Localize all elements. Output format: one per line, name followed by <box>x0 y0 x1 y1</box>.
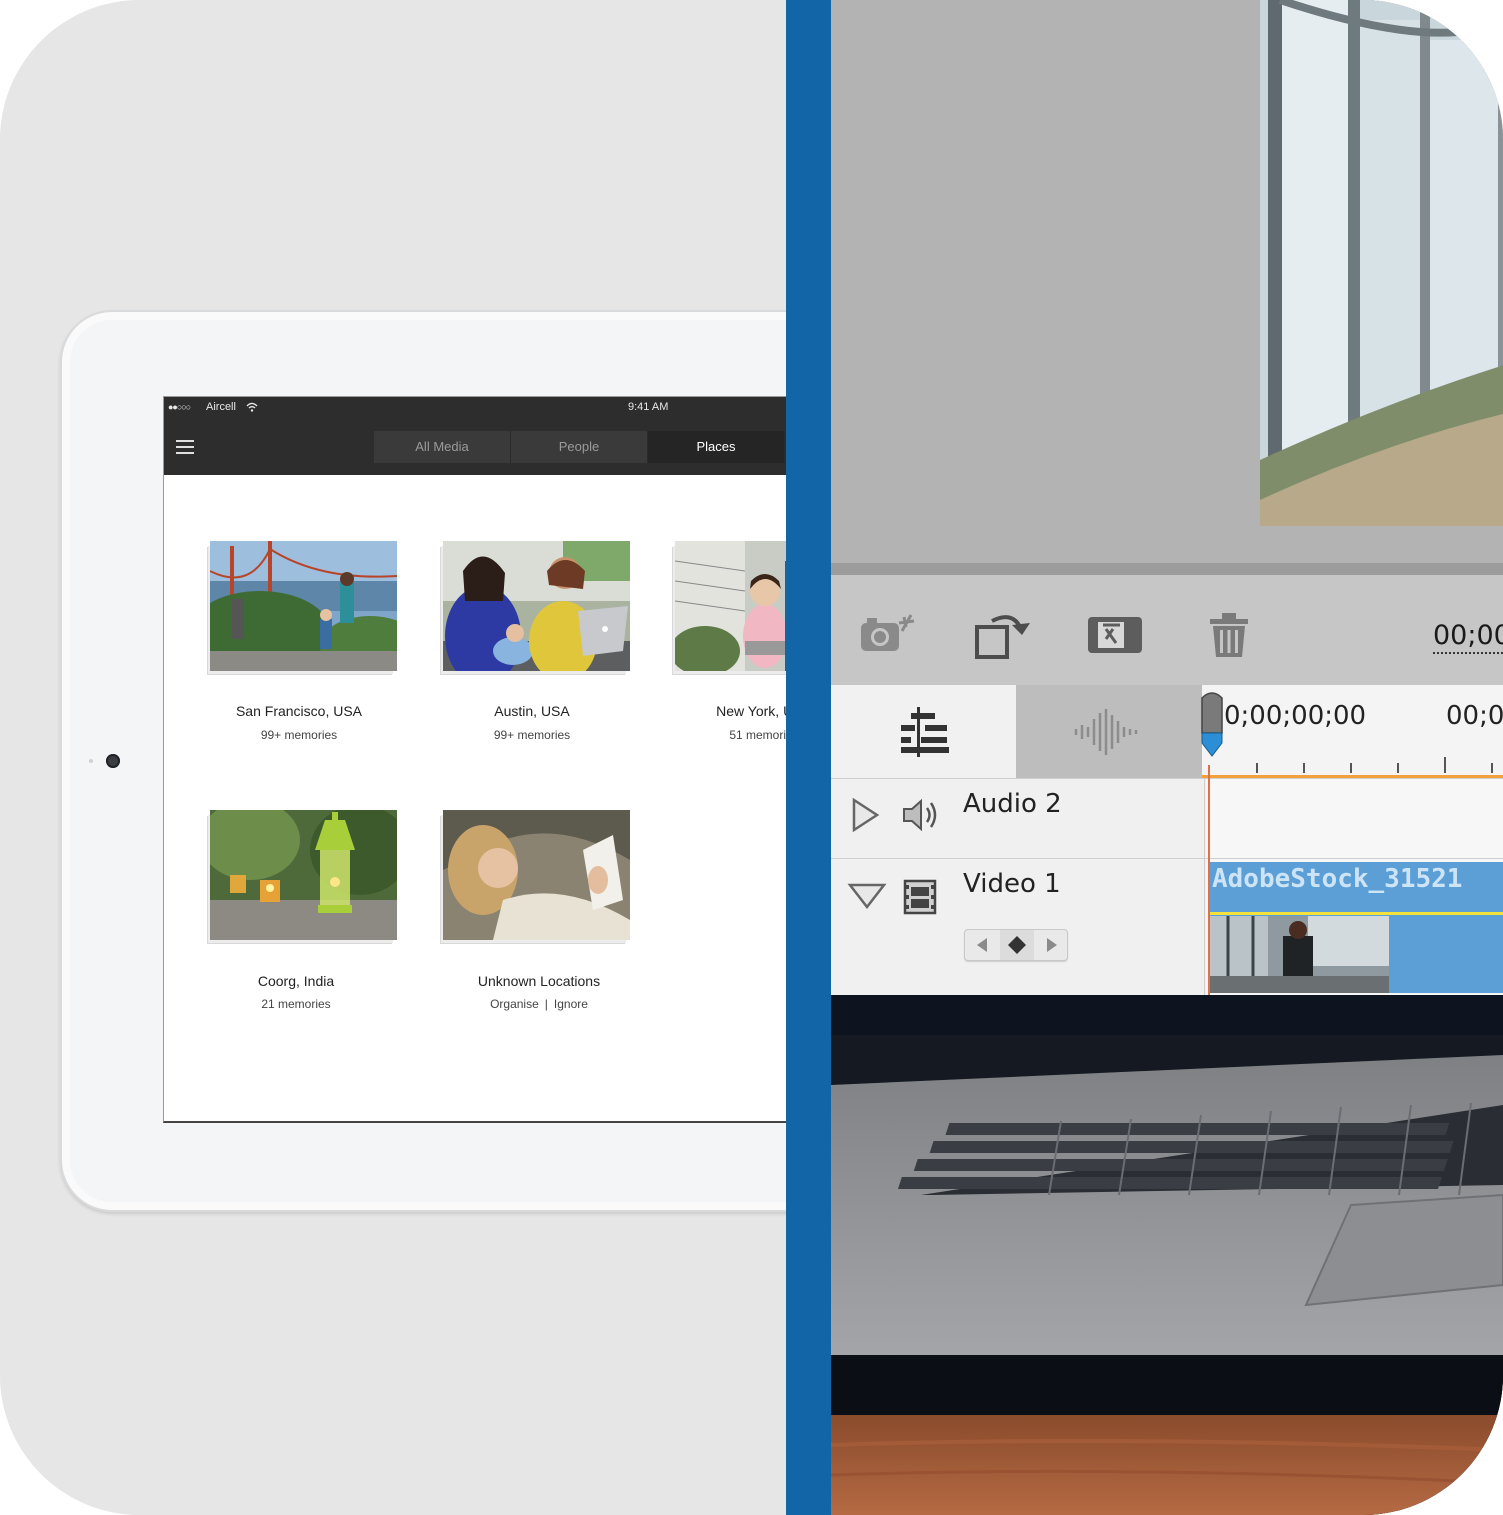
rotate-icon[interactable] <box>974 611 1036 661</box>
place-name: Unknown Locations <box>477 973 601 989</box>
time-ruler[interactable]: 0;00;00;00 00;0 <box>1202 685 1503 778</box>
playhead-handle[interactable] <box>1200 688 1224 758</box>
tablet-panel: ●●○○○ Aircell 9:41 AM All Media People P… <box>0 0 786 1515</box>
film-strip-icon[interactable] <box>903 879 937 915</box>
place-thumbnail[interactable] <box>443 810 630 940</box>
track-video-1: Video 1 AdobeStock_31521 <box>831 858 1503 995</box>
preview-frame <box>1260 0 1503 526</box>
laptop-keyboard-photo <box>831 995 1503 1515</box>
place-card-unknown-locations[interactable]: Unknown Locations Organise | Ignore <box>429 810 649 1020</box>
status-time: 9:41 AM <box>628 401 669 413</box>
top-navbar: All Media People Places <box>164 417 786 475</box>
tab-people[interactable]: People <box>511 431 648 463</box>
wifi-icon <box>246 402 258 412</box>
collapse-arrow-icon[interactable] <box>847 881 887 911</box>
audio-toggle[interactable] <box>1016 685 1202 778</box>
expand-arrow-icon[interactable] <box>851 797 881 833</box>
place-card-new-york[interactable]: New York, USA 51 memories <box>654 541 786 742</box>
memory-count: 51 memories <box>729 728 786 742</box>
media-tabs: All Media People Places <box>374 431 785 463</box>
ruler-tick <box>1256 763 1258 773</box>
place-thumbnail[interactable] <box>210 810 397 940</box>
tablet-sensor <box>89 759 93 763</box>
track-header: Audio 2 <box>831 779 1205 858</box>
playhead-line <box>1208 765 1210 995</box>
ruler-time-next: 00;0 <box>1446 701 1503 731</box>
place-thumbnail[interactable] <box>210 541 397 671</box>
blue-divider <box>786 0 831 1515</box>
place-thumbnail[interactable] <box>675 541 786 671</box>
tab-places[interactable]: Places <box>648 431 785 463</box>
ignore-link[interactable]: Ignore <box>554 997 588 1011</box>
promo-composite: ●●○○○ Aircell 9:41 AM All Media People P… <box>0 0 1503 1515</box>
hamburger-menu-icon[interactable] <box>176 440 194 454</box>
place-card-coorg[interactable]: Coorg, India 21 memories <box>186 810 406 1020</box>
smart-fix-icon[interactable] <box>1086 613 1144 657</box>
track-name: Audio 2 <box>963 789 1062 819</box>
audio-waveform-icon <box>1074 709 1138 755</box>
place-card-san-francisco[interactable]: San Francisco, USA 99+ memories <box>189 541 409 742</box>
track-align-icon[interactable] <box>897 707 953 757</box>
location-actions: Organise | Ignore <box>429 997 649 1011</box>
add-keyframe-icon[interactable] <box>1000 930 1034 960</box>
timeline: 0;00;00;00 00;0 Audio 2 Video 1 AdobeSto… <box>831 685 1503 995</box>
video-preview-area <box>831 0 1503 566</box>
track-name: Video 1 <box>963 869 1061 899</box>
track-header: Video 1 <box>831 859 1205 995</box>
clip-thumbnail <box>1208 916 1389 993</box>
ruler-tick <box>1444 757 1446 773</box>
track-audio-2: Audio 2 <box>831 778 1503 858</box>
place-name: Austin, USA <box>494 703 570 719</box>
organise-link[interactable]: Organise <box>490 997 539 1011</box>
tablet-camera <box>106 754 120 768</box>
video-clip[interactable]: AdobeStock_31521 <box>1208 862 1503 993</box>
track-body: AdobeStock_31521 <box>1206 859 1503 995</box>
track-body[interactable] <box>1206 779 1503 858</box>
signal-indicator: ●●○○○ <box>168 402 191 412</box>
place-thumbnail[interactable] <box>443 541 630 671</box>
next-keyframe-icon[interactable] <box>1035 930 1069 960</box>
place-name: Coorg, India <box>257 973 335 989</box>
ruler-tick <box>1397 763 1399 773</box>
place-card-austin[interactable]: Austin, USA 99+ memories <box>422 541 642 742</box>
place-name: New York, USA <box>716 703 786 719</box>
clip-opacity-line[interactable] <box>1208 912 1503 915</box>
memory-count: 99+ memories <box>260 728 338 742</box>
preview-separator <box>831 563 1503 575</box>
ruler-time-start: 0;00;00;00 <box>1224 701 1367 731</box>
current-timecode[interactable]: 00;00 <box>1433 620 1503 654</box>
place-name: San Francisco, USA <box>235 703 363 719</box>
editor-panel: 00;00 0;00;00;00 00;0 Audio 2 Video 1 Ad… <box>831 0 1503 1515</box>
trash-icon[interactable] <box>1207 611 1251 659</box>
carrier-name: Aircell <box>206 401 236 413</box>
snapshot-camera-icon[interactable] <box>859 613 919 657</box>
speaker-icon[interactable] <box>901 797 941 833</box>
memory-count: 21 memories <box>261 997 331 1011</box>
memory-count: 99+ memories <box>493 728 571 742</box>
tab-all-media[interactable]: All Media <box>374 431 511 463</box>
ruler-tick <box>1491 763 1493 773</box>
clip-name: AdobeStock_31521 <box>1212 864 1463 894</box>
status-bar: ●●○○○ Aircell 9:41 AM <box>164 397 786 417</box>
previous-keyframe-icon[interactable] <box>965 930 999 960</box>
link-separator: | <box>544 997 548 1011</box>
timeline-tools <box>831 685 1016 778</box>
keyframe-navigator <box>964 929 1068 961</box>
ruler-tick <box>1350 763 1352 773</box>
ruler-tick <box>1303 763 1305 773</box>
tablet-screen: ●●○○○ Aircell 9:41 AM All Media People P… <box>163 396 786 1123</box>
editor-toolbar: 00;00 <box>831 575 1503 685</box>
